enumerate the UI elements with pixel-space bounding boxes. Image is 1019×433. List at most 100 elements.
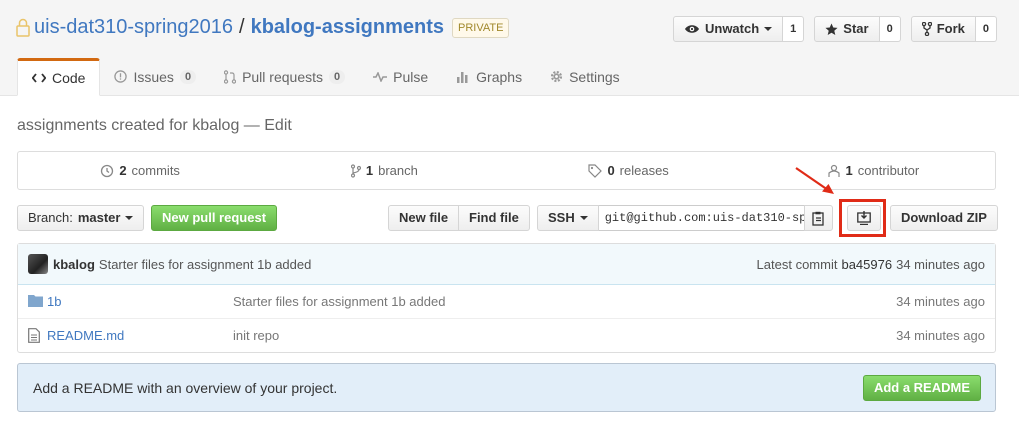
tab-issues[interactable]: Issues 0 bbox=[100, 58, 210, 95]
description-dash: — bbox=[243, 117, 260, 134]
releases-summary[interactable]: 0 releases bbox=[507, 152, 751, 189]
path-divider: / bbox=[239, 16, 245, 38]
repo-title: uis-dat310-spring2016 / kbalog-assignmen… bbox=[16, 16, 510, 39]
repo-tabs: Code Issues 0 Pull requests 0 Pulse Grap… bbox=[17, 58, 634, 96]
add-readme-button[interactable]: Add a README bbox=[862, 374, 981, 401]
branches-count: 1 bbox=[365, 163, 374, 178]
caret-down-icon bbox=[579, 216, 588, 220]
code-icon bbox=[32, 73, 46, 83]
new-file-button[interactable]: New file bbox=[388, 205, 460, 231]
commit-author[interactable]: kbalog bbox=[53, 257, 95, 272]
file-age: 34 minutes ago bbox=[896, 328, 985, 343]
gear-icon bbox=[551, 70, 563, 83]
file-navigation: Branch: master New pull request New file… bbox=[17, 199, 998, 237]
table-row: README.md init repo 34 minutes ago bbox=[18, 319, 995, 352]
issue-icon bbox=[114, 70, 128, 83]
protocol-label: SSH bbox=[548, 210, 575, 225]
caret-down-icon bbox=[764, 27, 773, 31]
copy-to-clipboard-button[interactable] bbox=[803, 205, 833, 231]
repo-header: uis-dat310-spring2016 / kbalog-assignmen… bbox=[0, 0, 1019, 96]
watch-group: Unwatch 1 bbox=[672, 16, 805, 42]
file-name-link[interactable]: 1b bbox=[47, 294, 61, 309]
file-commit-message[interactable]: Starter files for assignment 1b added bbox=[233, 294, 445, 309]
protocol-select-button[interactable]: SSH bbox=[537, 205, 599, 231]
tab-label: Issues bbox=[133, 68, 174, 85]
releases-count: 0 bbox=[607, 163, 615, 178]
commits-count: 2 bbox=[119, 163, 127, 178]
fork-icon bbox=[921, 22, 932, 36]
fork-button[interactable]: Fork bbox=[910, 16, 976, 42]
graph-icon bbox=[457, 71, 468, 83]
folder-icon bbox=[28, 295, 43, 307]
star-label: Star bbox=[843, 21, 869, 36]
pull-request-icon bbox=[224, 69, 237, 84]
file-icon bbox=[28, 328, 40, 343]
latest-commit-label: Latest commit bbox=[756, 256, 838, 272]
tab-label: Pull requests bbox=[242, 68, 323, 85]
branch-name: master bbox=[77, 210, 121, 225]
star-icon bbox=[825, 22, 838, 35]
contributors-count: 1 bbox=[845, 163, 853, 178]
table-row: 1b Starter files for assignment 1b added… bbox=[18, 285, 995, 319]
tab-pull-requests[interactable]: Pull requests 0 bbox=[210, 58, 359, 95]
commit-age: 34 minutes ago bbox=[896, 256, 985, 272]
tab-label: Code bbox=[52, 70, 86, 86]
watchers-count[interactable]: 1 bbox=[783, 16, 805, 42]
releases-label: releases bbox=[619, 163, 669, 178]
pulse-icon bbox=[373, 71, 388, 82]
caret-down-icon bbox=[125, 216, 134, 220]
tab-label: Graphs bbox=[476, 68, 523, 85]
branch-icon bbox=[350, 163, 361, 178]
edit-description-link[interactable]: Edit bbox=[264, 117, 292, 134]
tab-graphs[interactable]: Graphs bbox=[442, 58, 536, 95]
clippy-icon bbox=[812, 211, 824, 226]
history-icon bbox=[101, 164, 114, 177]
repo-actions: Unwatch 1 Star 0 Fork 0 bbox=[672, 16, 997, 42]
repo-name-link[interactable]: kbalog-assignments bbox=[251, 16, 444, 39]
unwatch-button[interactable]: Unwatch bbox=[672, 16, 784, 42]
download-zip-button[interactable]: Download ZIP bbox=[890, 205, 998, 231]
commits-summary[interactable]: 2 commits bbox=[18, 152, 262, 189]
branches-label: branch bbox=[378, 163, 418, 178]
branches-summary[interactable]: 1 branch bbox=[262, 152, 506, 189]
tab-settings[interactable]: Settings bbox=[536, 58, 634, 95]
add-readme-prompt: Add a README with an overview of your pr… bbox=[17, 363, 996, 412]
commit-sha[interactable]: ba45976 bbox=[841, 257, 892, 272]
lock-icon bbox=[16, 18, 30, 38]
commit-message[interactable]: Starter files for assignment 1b added bbox=[99, 257, 311, 272]
file-commit-message[interactable]: init repo bbox=[233, 328, 279, 343]
file-table: kbalog Starter files for assignment 1b a… bbox=[17, 243, 996, 353]
find-file-button[interactable]: Find file bbox=[459, 205, 530, 231]
numbers-summary: 2 commits 1 branch 0 releases 1 contribu… bbox=[17, 151, 996, 190]
unwatch-label: Unwatch bbox=[704, 21, 760, 36]
tab-label: Pulse bbox=[393, 68, 429, 85]
tag-icon bbox=[588, 163, 603, 178]
description-text: assignments created for kbalog bbox=[17, 117, 240, 134]
forks-count[interactable]: 0 bbox=[975, 16, 997, 42]
readme-prompt-text: Add a README with an overview of your pr… bbox=[33, 379, 338, 396]
star-button[interactable]: Star bbox=[814, 16, 880, 42]
avatar[interactable] bbox=[28, 254, 48, 274]
stargazers-count[interactable]: 0 bbox=[879, 16, 901, 42]
latest-commit-bar: kbalog Starter files for assignment 1b a… bbox=[18, 244, 995, 285]
pull-requests-counter: 0 bbox=[329, 69, 346, 84]
fork-group: Fork 0 bbox=[910, 16, 997, 42]
branch-select-button[interactable]: Branch: master bbox=[17, 205, 145, 231]
new-pull-request-button[interactable]: New pull request bbox=[151, 205, 278, 231]
repo-owner-link[interactable]: uis-dat310-spring2016 bbox=[34, 16, 233, 39]
branch-prefix: Branch: bbox=[28, 210, 73, 225]
fork-label: Fork bbox=[936, 21, 965, 36]
eye-icon bbox=[684, 25, 699, 33]
star-group: Star 0 bbox=[814, 16, 901, 42]
tab-code[interactable]: Code bbox=[17, 58, 101, 96]
clone-url-box: SSH git@github.com:uis-dat310-spr bbox=[537, 205, 833, 231]
contributors-label: contributor bbox=[857, 163, 920, 178]
file-name-link[interactable]: README.md bbox=[47, 328, 124, 343]
repo-description: assignments created for kbalog — Edit bbox=[17, 117, 292, 135]
tab-pulse[interactable]: Pulse bbox=[359, 58, 442, 95]
highlight-box bbox=[839, 199, 886, 237]
contributors-summary[interactable]: 1 contributor bbox=[751, 152, 995, 189]
private-badge: PRIVATE bbox=[451, 17, 510, 38]
clone-url-input[interactable]: git@github.com:uis-dat310-spr bbox=[598, 205, 804, 231]
commits-label: commits bbox=[131, 163, 180, 178]
